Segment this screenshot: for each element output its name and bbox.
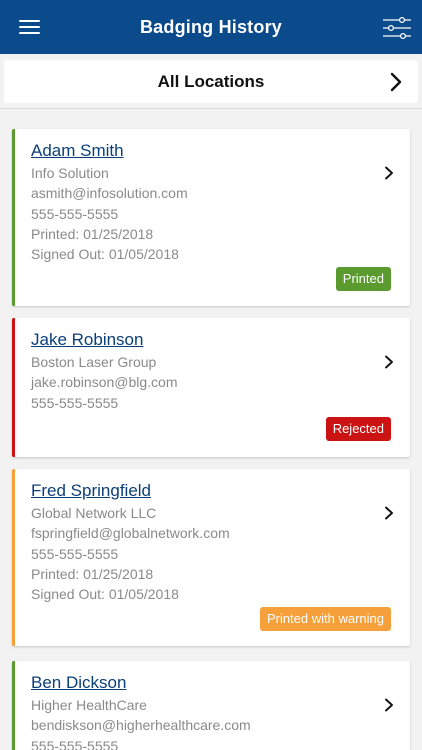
status-badge: Rejected [325, 417, 391, 441]
visitor-company: Boston Laser Group [31, 354, 157, 370]
visitor-company: Info Solution [31, 165, 109, 181]
status-badge: Printed with warning [259, 607, 391, 631]
visitor-email: jake.robinson@blg.com [31, 374, 178, 390]
history-card[interactable]: Fred Springfield Global Network LLC fspr… [12, 469, 410, 646]
visitor-name-link[interactable]: Adam Smith [31, 141, 124, 161]
printed-date: Printed: 01/25/2018 [31, 226, 154, 242]
history-card[interactable]: Jake Robinson Boston Laser Group jake.ro… [12, 318, 410, 457]
history-card[interactable]: Ben Dickson Higher HealthCare bendiskson… [12, 661, 410, 750]
visitor-email: asmith@infosolution.com [31, 185, 188, 201]
signed-out-date: Signed Out: 01/05/2018 [31, 246, 179, 262]
visitor-name-link[interactable]: Fred Springfield [31, 481, 151, 501]
chevron-right-icon [385, 506, 393, 520]
chevron-right-icon [385, 355, 393, 369]
visitor-phone: 555-555-5555 [31, 546, 119, 562]
printed-date: Printed: 01/25/2018 [31, 566, 154, 582]
visitor-phone: 555-555-5555 [31, 738, 119, 750]
signed-out-date: Signed Out: 01/05/2018 [31, 586, 179, 602]
visitor-company: Global Network LLC [31, 505, 157, 521]
location-label: All Locations [157, 71, 265, 91]
hamburger-menu-icon[interactable] [14, 15, 44, 39]
visitor-phone: 555-555-5555 [31, 395, 119, 411]
location-selector[interactable]: All Locations [4, 60, 418, 103]
visitor-name-link[interactable]: Ben Dickson [31, 673, 126, 693]
chevron-right-icon [385, 166, 393, 180]
visitor-phone: 555-555-5555 [31, 206, 119, 222]
sliders-filter-icon[interactable] [382, 15, 412, 41]
visitor-company: Higher HealthCare [31, 697, 147, 713]
visitor-email: bendiskson@higherhealthcare.com [31, 717, 251, 733]
visitor-name-link[interactable]: Jake Robinson [31, 330, 143, 350]
chevron-right-icon [385, 698, 393, 712]
history-card[interactable]: Adam Smith Info Solution asmith@infosolu… [12, 129, 410, 306]
status-badge: Printed [335, 267, 391, 291]
visitor-email: fspringfield@globalnetwork.com [31, 525, 230, 541]
nav-bar: Badging History [0, 0, 422, 54]
divider [0, 108, 422, 109]
chevron-right-icon [390, 72, 402, 92]
page-title: Badging History [139, 16, 282, 37]
